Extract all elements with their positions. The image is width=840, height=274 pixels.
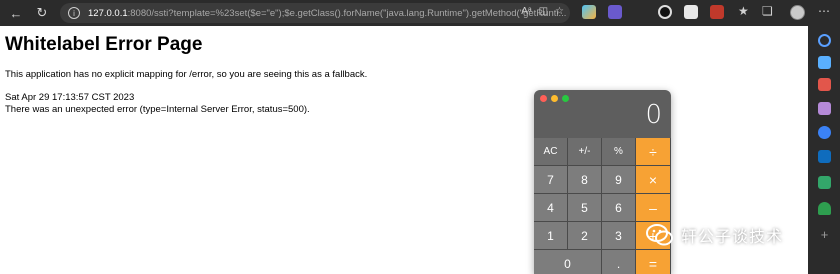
address-bar[interactable]: i 127.0.0.1:8080/ssti?template=%23set($e… [60,3,570,23]
calc-key[interactable]: 5 [568,194,601,221]
favorites-icon[interactable]: ★ [738,4,749,18]
calc-key[interactable]: 4 [534,194,567,221]
calc-key[interactable]: % [602,138,635,165]
url-host: 127.0.0.1 [88,7,128,19]
page-title: Whitelabel Error Page [5,34,203,55]
refresh-icon[interactable]: ↻ [32,3,52,23]
read-aloud-icon[interactable]: Aᵃ [521,6,531,17]
sidebar-tree-icon[interactable] [818,202,831,215]
sidebar-tag-icon[interactable] [818,56,831,69]
split-screen-icon[interactable]: ◫ [539,6,548,17]
close-icon[interactable] [540,95,547,102]
watermark-text: 轩公子谈技术 [681,229,784,246]
watermark: 轩公子谈技术 [645,222,783,248]
calc-key[interactable]: ÷ [636,138,670,165]
calculator-keypad: AC +/-% ÷ 7 8 9 × 4 5 6–1 2 3 +0. = [534,138,671,274]
extension-icon-2[interactable] [608,5,622,19]
calc-key[interactable]: × [636,166,670,193]
error-message: This application has no explicit mapping… [5,69,368,80]
calc-key[interactable]: 0 [534,250,601,274]
calc-key[interactable]: – [636,194,670,221]
sidebar-add-icon[interactable]: + [818,228,831,241]
extension-icon-1[interactable] [582,5,596,19]
favorite-star-icon[interactable]: ☆ [555,6,564,17]
calc-key[interactable]: AC [534,138,567,165]
sidebar-outlook-icon[interactable] [818,150,831,163]
calc-key[interactable]: 9 [602,166,635,193]
minimize-icon[interactable] [551,95,558,102]
url-path: :8080/ssti?template=%23set($e="e");$e.ge… [127,7,567,19]
calc-key[interactable]: 3 [602,222,635,249]
sidebar-copilot-icon[interactable] [818,126,831,139]
info-icon[interactable]: i [68,7,80,19]
calc-key[interactable]: 2 [568,222,601,249]
address-bar-icons: Aᵃ ◫ ☆ [521,6,564,17]
calc-key[interactable]: 7 [534,166,567,193]
sidebar-app-icon[interactable] [818,176,831,189]
profile-avatar[interactable] [790,5,805,20]
window-controls [540,95,569,102]
search-icon[interactable] [818,34,831,47]
calc-key[interactable]: = [636,250,670,274]
calc-key[interactable]: 1 [534,222,567,249]
sidebar-people-icon[interactable] [818,102,831,115]
back-arrow-icon[interactable]: ← [6,3,26,23]
sidebar-tools-icon[interactable] [818,78,831,91]
calc-key[interactable]: +/- [568,138,601,165]
extension-icon-4[interactable] [684,5,698,19]
extension-icon-5[interactable] [710,5,724,19]
calculator-display: 0 [645,100,662,130]
calc-key[interactable]: 8 [568,166,601,193]
calc-key[interactable]: 6 [602,194,635,221]
error-timestamp: Sat Apr 29 17:13:57 CST 2023 [5,92,135,103]
calc-key[interactable]: . [602,250,635,274]
extension-icon-3[interactable] [658,5,672,19]
collections-icon[interactable]: ❏ [762,4,773,18]
url-text: 127.0.0.1:8080/ssti?template=%23set($e="… [88,8,566,19]
browser-sidebar: + [808,26,840,274]
more-menu-icon[interactable]: ⋯ [818,4,830,18]
browser-toolbar: ← ↻ i 127.0.0.1:8080/ssti?template=%23se… [0,0,840,26]
wechat-icon [645,222,675,248]
maximize-icon[interactable] [562,95,569,102]
error-detail: There was an unexpected error (type=Inte… [5,104,310,115]
